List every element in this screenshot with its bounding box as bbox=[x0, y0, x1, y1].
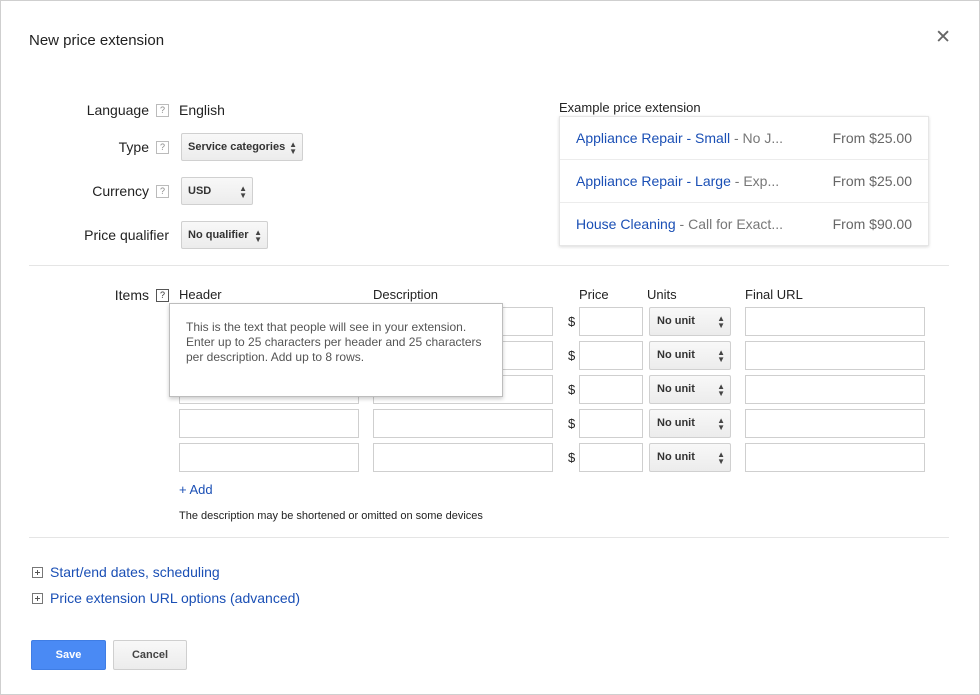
price-input[interactable] bbox=[579, 307, 643, 336]
language-help-icon[interactable]: ? bbox=[156, 104, 169, 117]
units-select[interactable]: No unit ▲ ▼ bbox=[649, 409, 731, 438]
example-title: Example price extension bbox=[559, 100, 701, 115]
language-label: Language bbox=[86, 102, 149, 118]
final-url-input[interactable] bbox=[745, 375, 925, 404]
final-url-input[interactable] bbox=[745, 307, 925, 336]
units-select[interactable]: No unit ▲ ▼ bbox=[649, 341, 731, 370]
currency-symbol: $ bbox=[568, 382, 576, 397]
select-arrows-icon: ▲ ▼ bbox=[717, 450, 725, 466]
column-header-description: Description bbox=[373, 287, 439, 302]
units-select-value: No unit bbox=[657, 383, 695, 395]
items-label: Items bbox=[114, 287, 149, 303]
example-header-link[interactable]: Appliance Repair - Large bbox=[576, 173, 731, 189]
price-qualifier-select[interactable]: No qualifier ▲ ▼ bbox=[181, 221, 268, 249]
dialog-title: New price extension bbox=[29, 32, 165, 49]
example-price: From $90.00 bbox=[832, 216, 912, 232]
example-header-link[interactable]: House Cleaning bbox=[576, 216, 676, 232]
type-select-value: Service categories bbox=[188, 141, 286, 153]
items-help-icon[interactable]: ? bbox=[156, 289, 169, 302]
units-select-value: No unit bbox=[657, 417, 695, 429]
final-url-input[interactable] bbox=[745, 341, 925, 370]
select-arrows-icon: ▲ ▼ bbox=[239, 184, 247, 200]
url-options-expander[interactable]: Price extension URL options (advanced) bbox=[32, 590, 300, 606]
units-select-value: No unit bbox=[657, 315, 695, 327]
units-select[interactable]: No unit ▲ ▼ bbox=[649, 375, 731, 404]
example-description: Call for Exact... bbox=[688, 216, 783, 232]
header-input[interactable] bbox=[179, 409, 359, 438]
select-arrows-icon: ▲ ▼ bbox=[717, 348, 725, 364]
close-icon[interactable]: ✕ bbox=[935, 28, 951, 47]
units-select[interactable]: No unit ▲ ▼ bbox=[649, 307, 731, 336]
scheduling-expander-label: Start/end dates, scheduling bbox=[50, 564, 220, 580]
currency-select-value: USD bbox=[188, 185, 212, 197]
divider bbox=[29, 537, 949, 538]
price-input[interactable] bbox=[579, 375, 643, 404]
price-qualifier-label: Price qualifier bbox=[84, 227, 169, 243]
final-url-input[interactable] bbox=[745, 409, 925, 438]
example-preview: Appliance Repair - Small - No J... From … bbox=[559, 116, 929, 246]
currency-symbol: $ bbox=[568, 314, 576, 329]
items-help-tooltip: This is the text that people will see in… bbox=[169, 303, 503, 397]
currency-symbol: $ bbox=[568, 450, 576, 465]
currency-label: Currency bbox=[92, 183, 149, 199]
units-select[interactable]: No unit ▲ ▼ bbox=[649, 443, 731, 472]
units-select-value: No unit bbox=[657, 349, 695, 361]
column-header-price: Price bbox=[579, 287, 609, 302]
example-price: From $25.00 bbox=[832, 130, 912, 146]
header-input[interactable] bbox=[179, 443, 359, 472]
example-row: House Cleaning - Call for Exact... From … bbox=[576, 216, 912, 232]
language-value: English bbox=[179, 102, 225, 118]
description-input[interactable] bbox=[373, 409, 553, 438]
divider bbox=[29, 265, 949, 266]
save-button[interactable]: Save bbox=[31, 640, 106, 670]
price-qualifier-select-value: No qualifier bbox=[188, 229, 249, 241]
currency-symbol: $ bbox=[568, 416, 576, 431]
url-options-expander-label: Price extension URL options (advanced) bbox=[50, 590, 301, 606]
example-row: Appliance Repair - Large - Exp... From $… bbox=[560, 160, 928, 203]
type-help-icon[interactable]: ? bbox=[156, 141, 169, 154]
example-row: Appliance Repair - Small - No J... From … bbox=[560, 117, 928, 160]
select-arrows-icon: ▲ ▼ bbox=[717, 416, 725, 432]
expand-plus-icon bbox=[32, 593, 43, 604]
scheduling-expander[interactable]: Start/end dates, scheduling bbox=[32, 564, 220, 580]
select-arrows-icon: ▲ ▼ bbox=[254, 228, 262, 244]
currency-symbol: $ bbox=[568, 348, 576, 363]
units-select-value: No unit bbox=[657, 451, 695, 463]
type-label: Type bbox=[118, 139, 149, 155]
select-arrows-icon: ▲ ▼ bbox=[289, 140, 297, 156]
add-row-link[interactable]: + Add bbox=[179, 482, 213, 497]
select-arrows-icon: ▲ ▼ bbox=[717, 314, 725, 330]
price-input[interactable] bbox=[579, 341, 643, 370]
description-input[interactable] bbox=[373, 443, 553, 472]
example-price: From $25.00 bbox=[832, 173, 912, 189]
currency-help-icon[interactable]: ? bbox=[156, 185, 169, 198]
cancel-button[interactable]: Cancel bbox=[113, 640, 187, 670]
example-header-link[interactable]: Appliance Repair - Small bbox=[576, 130, 730, 146]
select-arrows-icon: ▲ ▼ bbox=[717, 382, 725, 398]
final-url-input[interactable] bbox=[745, 443, 925, 472]
price-extension-dialog: New price extension ✕ Language ? English… bbox=[0, 0, 980, 695]
description-note: The description may be shortened or omit… bbox=[179, 510, 483, 522]
example-description: No J... bbox=[742, 130, 783, 146]
column-header-final-url: Final URL bbox=[745, 287, 803, 302]
price-input[interactable] bbox=[579, 409, 643, 438]
currency-select[interactable]: USD ▲ ▼ bbox=[181, 177, 253, 205]
expand-plus-icon bbox=[32, 567, 43, 578]
column-header-units: Units bbox=[647, 287, 677, 302]
type-select[interactable]: Service categories ▲ ▼ bbox=[181, 133, 303, 161]
price-input[interactable] bbox=[579, 443, 643, 472]
example-description: Exp... bbox=[743, 173, 780, 189]
column-header-header: Header bbox=[179, 287, 222, 302]
